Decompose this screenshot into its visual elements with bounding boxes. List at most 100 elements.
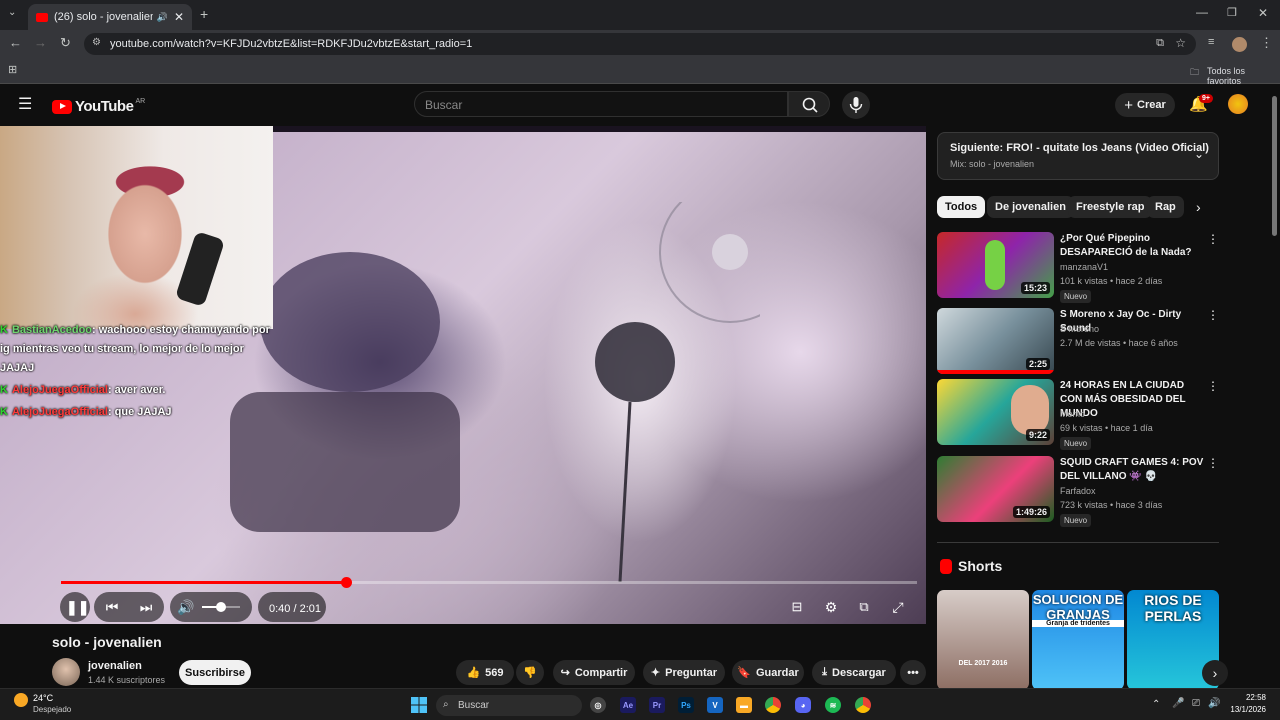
tray-overflow-icon[interactable]: ⌃ — [1152, 699, 1160, 710]
install-app-icon[interactable]: ⧉ — [1156, 37, 1164, 50]
clock-date[interactable]: 13/1/2026 — [1222, 705, 1266, 714]
recommendation-channel[interactable]: Farfadox — [1060, 486, 1096, 496]
create-button[interactable]: + Crear — [1115, 93, 1175, 117]
recommendation-item[interactable]: 2:25 S Moreno x Jay Oc - Dirty Sound S M… — [937, 308, 1219, 378]
volume-knob[interactable] — [216, 602, 226, 612]
short-caption: SOLUCION DE GRANJAS — [1032, 592, 1124, 622]
ask-button[interactable]: ✦ Preguntar — [643, 660, 725, 685]
chip-todos[interactable]: Todos — [937, 196, 986, 218]
minimize-icon[interactable]: — — [1196, 5, 1208, 19]
progress-bar[interactable] — [61, 577, 917, 588]
video-thumbnail[interactable]: 1:49:26 — [937, 456, 1054, 522]
chip-de-jovenalien[interactable]: De jovenalien — [987, 196, 1074, 218]
chip-freestyle-rap[interactable]: Freestyle rap — [1068, 196, 1153, 218]
tab-close-icon[interactable]: ✕ — [174, 10, 184, 24]
more-vertical-icon[interactable]: ⋮ — [1207, 379, 1219, 393]
chrome-active-icon[interactable] — [855, 697, 871, 713]
channel-avatar[interactable] — [52, 658, 80, 686]
pause-icon[interactable]: ❚❚ — [66, 598, 89, 616]
dislike-button[interactable]: 👎 — [516, 660, 544, 685]
new-tab-icon[interactable]: + — [200, 6, 208, 22]
browser-tab[interactable]: (26) solo - jovenalien - YouTube 🔊 ✕ — [28, 4, 192, 30]
subtitles-icon[interactable]: ⊟ — [788, 598, 806, 616]
app-icon-a[interactable]: ◎ — [590, 697, 606, 713]
network-icon[interactable]: ⎚ — [1192, 698, 1200, 709]
vegas-icon[interactable]: V — [707, 697, 723, 713]
bookmarks-bar: ⊞ 🗀 Todos los favoritos — [0, 58, 1280, 86]
temperature[interactable]: 24°C — [33, 693, 53, 703]
address-bar[interactable]: ⚙ youtube.com/watch?v=KFJDu2vbtzE&list=R… — [84, 33, 1196, 55]
speaker-icon[interactable]: 🔊 — [157, 12, 168, 23]
chevron-right-icon[interactable]: › — [1196, 199, 1201, 215]
progress-scrubber[interactable] — [341, 577, 353, 588]
download-button[interactable]: ⤓ Descargar — [812, 660, 896, 685]
restore-icon[interactable]: ❐ — [1227, 6, 1237, 19]
recommendation-item[interactable]: 15:23 ¿Por Qué Pipepino DESAPARECIÓ de l… — [937, 232, 1219, 303]
subscribe-button[interactable]: Suscribirse — [179, 660, 251, 685]
discord-icon[interactable]: ◕ — [795, 697, 811, 713]
photoshop-icon[interactable]: Ps — [678, 697, 694, 713]
shorts-next-button[interactable]: › — [1202, 660, 1228, 686]
bookmark-star-icon[interactable]: ☆ — [1175, 36, 1186, 50]
channel-name[interactable]: jovenalien — [88, 660, 142, 672]
site-info-icon[interactable]: ⚙ — [92, 37, 101, 48]
close-window-icon[interactable]: ✕ — [1258, 6, 1268, 20]
more-actions-button[interactable]: ••• — [900, 660, 926, 685]
account-avatar[interactable] — [1228, 94, 1248, 114]
video-thumbnail[interactable]: 9:22 — [937, 379, 1054, 445]
video-thumbnail[interactable]: 15:23 — [937, 232, 1054, 298]
voice-search-button[interactable] — [842, 91, 870, 119]
clock-time[interactable]: 22:58 — [1230, 693, 1266, 702]
after-effects-icon[interactable]: Ae — [620, 697, 636, 713]
hamburger-menu-icon[interactable]: ☰ — [18, 94, 32, 114]
back-icon[interactable]: ← — [9, 35, 22, 50]
taskbar-search[interactable]: ⌕ Buscar — [436, 695, 582, 716]
volume-tray-icon[interactable]: 🔊 — [1208, 698, 1220, 709]
recommendation-channel[interactable]: Momo — [1060, 409, 1085, 419]
more-vertical-icon[interactable]: ⋮ — [1207, 232, 1219, 246]
share-icon: ↪ — [560, 667, 570, 679]
reload-icon[interactable]: ↻ — [60, 35, 71, 51]
share-button[interactable]: ↪ Compartir — [553, 660, 635, 685]
file-explorer-icon[interactable]: ▬ — [736, 697, 752, 713]
recommendation-channel[interactable]: manzanaV1 — [1060, 262, 1108, 272]
settings-gear-icon[interactable]: ⚙ — [822, 598, 840, 616]
premiere-icon[interactable]: Pr — [649, 697, 665, 713]
more-vertical-icon[interactable]: ⋮ — [1207, 456, 1219, 470]
miniplayer-icon[interactable]: ⧉ — [855, 598, 873, 616]
page-scrollbar[interactable] — [1272, 96, 1277, 236]
tray-mic-icon[interactable]: 🎤 — [1172, 698, 1184, 709]
next-icon[interactable]: ⏭ — [136, 598, 156, 616]
short-thumbnail[interactable]: DEL 2017 2016 — [937, 590, 1029, 690]
playlist-next-card[interactable]: Siguiente: FRO! - quitate los Jeans (Vid… — [937, 132, 1219, 180]
windows-start-icon[interactable] — [410, 696, 428, 714]
browser-menu-icon[interactable]: ⋮ — [1260, 35, 1273, 51]
search-input[interactable]: Buscar — [414, 91, 788, 117]
media-controls-icon[interactable]: ≡ — [1208, 36, 1214, 48]
profile-avatar[interactable] — [1232, 37, 1247, 52]
volume-icon[interactable]: 🔊 — [176, 598, 196, 616]
chat-text: : que JAJAJ — [107, 406, 172, 418]
youtube-logo[interactable]: YouTube AR — [52, 98, 145, 115]
like-button[interactable]: 👍 569 — [456, 660, 514, 685]
short-thumbnail[interactable]: SOLUCION DE GRANJAS Granja de tridentes — [1032, 590, 1124, 690]
video-thumbnail[interactable]: 2:25 — [937, 308, 1054, 374]
spotify-icon[interactable]: ≋ — [825, 697, 841, 713]
fullscreen-icon[interactable]: ⤢ — [889, 598, 907, 616]
tab-search-icon[interactable]: ⌄ — [8, 7, 16, 18]
forward-icon[interactable]: → — [34, 35, 47, 50]
search-button[interactable] — [788, 91, 830, 117]
volume-slider[interactable] — [202, 602, 240, 612]
chip-rap[interactable]: Rap — [1147, 196, 1184, 218]
chevron-down-icon[interactable]: ⌄ — [1194, 147, 1204, 161]
recommendation-item[interactable]: 1:49:26 SQUID CRAFT GAMES 4: POV DEL VIL… — [937, 456, 1219, 527]
save-button[interactable]: 🔖 Guardar — [732, 660, 804, 685]
video-player[interactable]: K BastianAcedoo: wachooo estoy chamuyando… — [0, 126, 926, 624]
recommendation-channel[interactable]: S Moreno — [1060, 324, 1099, 334]
previous-icon[interactable]: ⏮ — [102, 598, 122, 616]
more-vertical-icon[interactable]: ⋮ — [1207, 308, 1219, 322]
chrome-icon[interactable] — [765, 697, 781, 713]
recommendation-item[interactable]: 9:22 24 HORAS EN LA CIUDAD CON MÁS OBESI… — [937, 379, 1219, 450]
bookmarks-folder-label[interactable]: Todos los favoritos — [1207, 66, 1280, 86]
apps-grid-icon[interactable]: ⊞ — [8, 63, 17, 76]
